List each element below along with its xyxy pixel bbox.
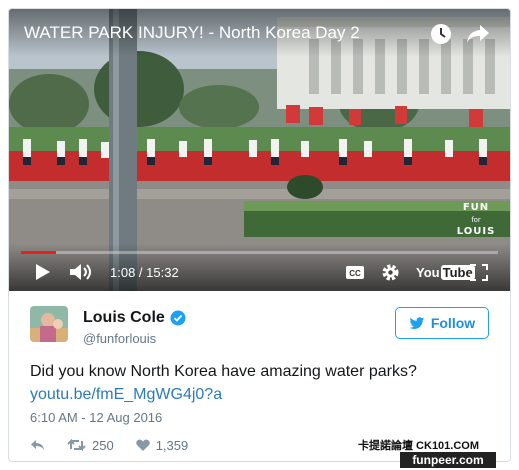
- progress-bar[interactable]: [21, 251, 498, 254]
- embedded-tweet-card: WATER PARK INJURY! - North Korea Day 2 F…: [8, 8, 511, 462]
- like-action[interactable]: 1,359: [136, 437, 189, 453]
- retweet-action[interactable]: 250: [67, 438, 114, 453]
- retweet-icon: [67, 439, 86, 451]
- reply-action[interactable]: [30, 439, 45, 451]
- tweet-actions: 250 1,359: [30, 436, 188, 454]
- display-name[interactable]: Louis Cole: [83, 309, 165, 327]
- video-player[interactable]: WATER PARK INJURY! - North Korea Day 2 F…: [9, 9, 510, 291]
- time-display: 1:08 / 15:32: [110, 265, 179, 280]
- current-time: 1:08: [110, 265, 136, 280]
- tweet-link[interactable]: youtu.be/fmE_MgWG4j0?a: [30, 386, 222, 404]
- follow-button[interactable]: Follow: [395, 307, 489, 339]
- settings-icon[interactable]: [381, 263, 400, 282]
- share-icon[interactable]: [466, 23, 490, 45]
- verified-badge-icon: [170, 310, 186, 326]
- watermark-louis: LOUIS: [456, 226, 496, 237]
- avatar[interactable]: [30, 306, 68, 342]
- author-name-row: Louis Cole: [83, 309, 186, 327]
- retweet-count: 250: [92, 437, 114, 453]
- time-separator: /: [135, 265, 147, 280]
- watermark-fun: FUN: [462, 202, 490, 213]
- reply-icon: [31, 440, 44, 450]
- svg-text:CC: CC: [349, 269, 361, 278]
- watermark-for: for: [471, 216, 481, 224]
- follow-label: Follow: [430, 315, 476, 331]
- youtube-logo[interactable]: You Tube: [416, 265, 475, 280]
- site-watermark: funpeer.com: [400, 452, 496, 468]
- fullscreen-icon[interactable]: [470, 264, 488, 281]
- youtube-you: You: [416, 265, 440, 280]
- twitter-bird-icon: [409, 316, 425, 329]
- handle[interactable]: @funforlouis: [83, 331, 156, 346]
- play-icon[interactable]: [35, 263, 51, 281]
- like-count: 1,359: [155, 437, 189, 453]
- progress-fill: [21, 251, 56, 254]
- volume-icon[interactable]: [69, 262, 95, 282]
- watch-later-icon[interactable]: [430, 23, 452, 45]
- captions-icon[interactable]: CC: [345, 265, 365, 280]
- channel-watermark: FUN for LOUIS: [454, 202, 498, 238]
- tweet-timestamp[interactable]: 6:10 AM - 12 Aug 2016: [30, 410, 162, 425]
- tweet-text: Did you know North Korea have amazing wa…: [30, 363, 417, 380]
- heart-icon: [136, 439, 150, 451]
- duration: 15:32: [146, 265, 179, 280]
- video-title[interactable]: WATER PARK INJURY! - North Korea Day 2: [24, 23, 360, 43]
